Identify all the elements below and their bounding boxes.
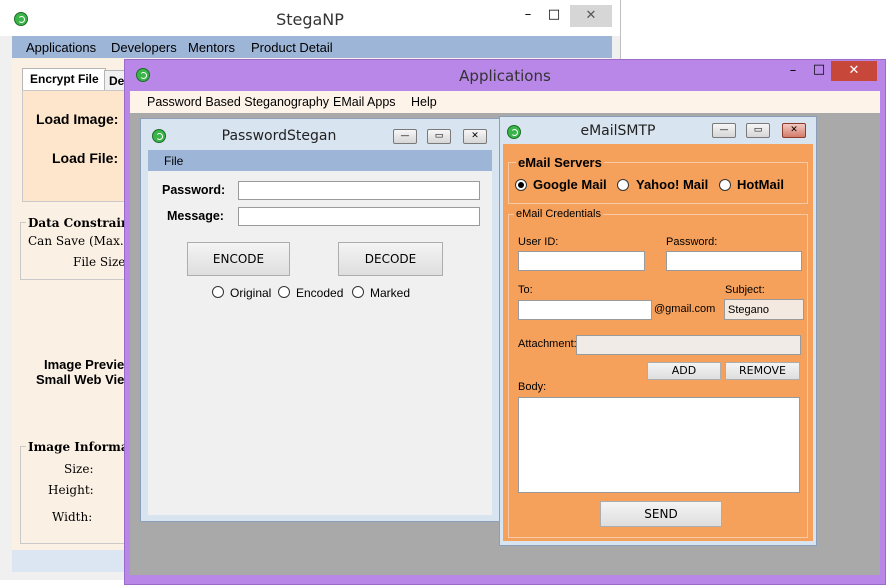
minimize-button[interactable]: — [393, 129, 417, 144]
subject-input[interactable] [724, 299, 804, 320]
maximize-button[interactable]: ▭ [746, 123, 770, 138]
maximize-icon[interactable]: □ [811, 62, 827, 78]
menu-file[interactable]: File [164, 154, 183, 168]
radio-hotmail[interactable] [719, 179, 731, 191]
emailsmtp-window: eMailSMTP — ▭ ✕ eMail Servers Google Mai… [499, 116, 817, 546]
radio-encoded-label: Encoded [296, 286, 344, 300]
data-constraint-title: Data Constraint [26, 216, 138, 230]
minimize-icon: — [400, 131, 410, 141]
email-credentials-title: eMail Credentials [514, 208, 603, 220]
size-label: Size: [64, 462, 94, 476]
body-textarea[interactable] [518, 397, 800, 493]
encode-button[interactable]: ENCODE [187, 242, 290, 276]
password-input[interactable] [666, 251, 802, 271]
send-button[interactable]: SEND [600, 501, 722, 527]
decode-button[interactable]: DECODE [338, 242, 443, 276]
minimize-icon[interactable]: – [785, 63, 801, 79]
passwordstegan-window: PasswordStegan — ▭ ✕ File Password: Mess… [140, 118, 502, 522]
can-save-label: Can Save (Max.): [28, 234, 133, 248]
image-preview-label-2: Small Web Vie [36, 372, 125, 387]
passwordstegan-menubar: File [148, 150, 492, 171]
add-button[interactable]: ADD [647, 362, 721, 380]
radio-original[interactable] [212, 286, 224, 298]
height-label: Height: [48, 483, 94, 497]
menu-mentors[interactable]: Mentors [188, 40, 235, 55]
radio-yahoo-mail[interactable] [617, 179, 629, 191]
tab-decrypt-label: De [109, 74, 125, 88]
radio-google-mail-label: Google Mail [533, 177, 607, 192]
email-servers-title: eMail Servers [516, 155, 604, 170]
width-label: Width: [52, 510, 93, 524]
menu-product-detail[interactable]: Product Detail [251, 40, 333, 55]
steganp-menubar: Applications Developers Mentors Product … [12, 36, 612, 58]
image-preview-label-1: Image Previe [44, 357, 125, 372]
data-constraint-group [20, 222, 134, 280]
message-input[interactable] [238, 207, 480, 226]
maximize-icon: ▭ [753, 125, 763, 135]
subject-label: Subject: [725, 284, 765, 296]
to-input[interactable] [518, 300, 652, 320]
radio-original-label: Original [230, 286, 272, 300]
close-button[interactable]: ✕ [570, 5, 612, 27]
emailsmtp-title: eMailSMTP [580, 123, 656, 139]
attachment-label: Attachment: [518, 338, 577, 350]
applications-menubar: Password Based Steganography EMail Apps … [130, 91, 880, 113]
radio-google-mail[interactable] [515, 179, 527, 191]
maximize-icon[interactable]: □ [546, 7, 562, 23]
radio-encoded[interactable] [278, 286, 290, 298]
close-icon: ✕ [790, 125, 798, 135]
applications-title: Applications [459, 67, 551, 85]
menu-help[interactable]: Help [411, 95, 437, 109]
to-label: To: [518, 284, 533, 296]
menu-applications[interactable]: Applications [26, 40, 96, 55]
radio-yahoo-mail-label: Yahoo! Mail [636, 177, 709, 192]
load-file-label: Load File: [52, 150, 119, 166]
close-button[interactable]: ✕ [463, 129, 487, 144]
radio-hotmail-label: HotMail [737, 177, 784, 192]
load-image-label: Load Image: [36, 111, 119, 127]
tab-encrypt-file-label: Encrypt File [30, 72, 99, 86]
password-label: Password: [666, 236, 718, 248]
passwordstegan-title: PasswordStegan [221, 128, 337, 144]
menu-email-apps[interactable]: EMail Apps [333, 95, 396, 109]
radio-marked-label: Marked [370, 286, 411, 300]
maximize-icon: ▭ [434, 131, 444, 141]
maximize-button[interactable]: ▭ [427, 129, 451, 144]
user-id-input[interactable] [518, 251, 645, 271]
password-input[interactable] [238, 181, 480, 200]
file-size-label: File Size: [73, 255, 130, 269]
close-icon: ✕ [471, 131, 479, 141]
body-label: Body: [518, 381, 547, 393]
radio-marked[interactable] [352, 286, 364, 298]
remove-button[interactable]: REMOVE [725, 362, 800, 380]
close-button[interactable]: ✕ [831, 61, 877, 81]
message-label: Message: [167, 209, 224, 223]
minimize-button[interactable]: — [712, 123, 736, 138]
password-label: Password: [162, 183, 226, 197]
close-button[interactable]: ✕ [782, 123, 806, 138]
user-id-label: User ID: [518, 236, 559, 248]
minimize-icon[interactable]: – [520, 7, 536, 23]
attachment-field[interactable] [576, 335, 801, 355]
tab-panel [22, 90, 134, 202]
menu-developers[interactable]: Developers [111, 40, 177, 55]
menu-password-based-steganography[interactable]: Password Based Steganography [147, 95, 329, 109]
minimize-icon: — [719, 125, 729, 135]
to-suffix-label: @gmail.com [654, 303, 716, 315]
